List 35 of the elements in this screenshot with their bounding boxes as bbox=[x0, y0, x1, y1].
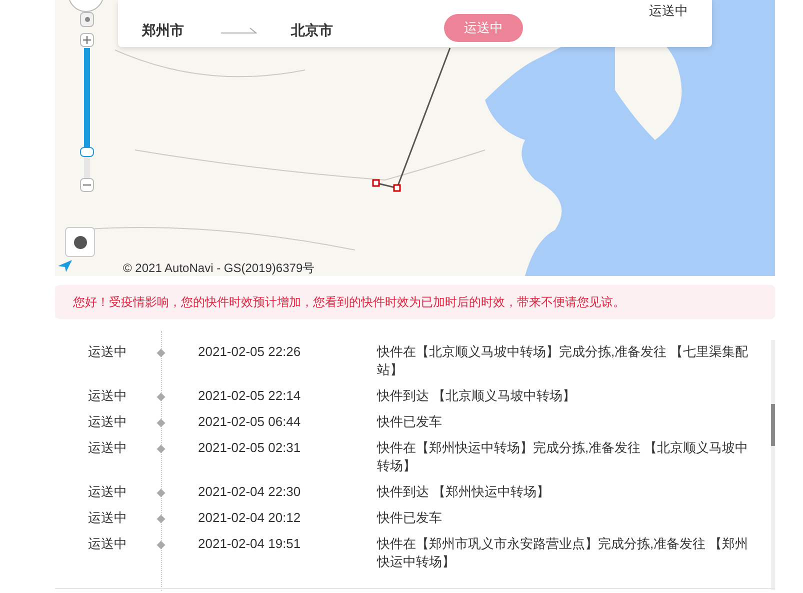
status-text: 运送中 bbox=[88, 509, 128, 527]
zoom-in-button[interactable] bbox=[80, 33, 94, 47]
map-attribution: © 2021 AutoNavi - GS(2019)6379号 bbox=[123, 260, 315, 276]
event-description: 快件在【郑州市巩义市永安路营业点】完成分拣,准备发往 【郑州快运中转场】 bbox=[377, 535, 750, 571]
event-time: 2021-02-05 22:26 bbox=[198, 343, 302, 361]
locate-button[interactable] bbox=[65, 227, 95, 257]
event-description: 快件在【郑州快运中转场】完成分拣,准备发往 【北京顺义马坡中转场】 bbox=[377, 439, 750, 475]
logo-icon bbox=[57, 259, 73, 273]
status-label: 运送中 bbox=[649, 2, 688, 20]
status-text: 运送中 bbox=[88, 387, 128, 405]
map-view[interactable]: 运送中 郑州市 北京市 运送中 © 2021 AutoNavi - GS(2019)6379号 bbox=[55, 0, 775, 276]
event-description: 快件到达 【郑州快运中转场】 bbox=[377, 483, 551, 501]
scrollbar-thumb[interactable] bbox=[771, 404, 775, 446]
status-text: 运送中 bbox=[88, 483, 128, 501]
event-description: 快件已发车 bbox=[377, 509, 443, 527]
event-description: 快件已发车 bbox=[377, 413, 443, 431]
zoom-out-button[interactable] bbox=[80, 178, 94, 192]
event-time: 2021-02-04 20:12 bbox=[198, 509, 302, 527]
status-text: 运送中 bbox=[88, 413, 128, 431]
event-time: 2021-02-05 22:14 bbox=[198, 387, 302, 405]
status-text: 运送中 bbox=[88, 343, 128, 361]
center-button[interactable] bbox=[80, 12, 94, 27]
event-description: 快件在【北京顺义马坡中转场】完成分拣,准备发往 【七里渠集配站】 bbox=[377, 343, 750, 379]
origin-city: 郑州市 bbox=[142, 21, 184, 40]
notice-text: 您好！受疫情影响，您的快件时效预计增加，您看到的快件时效为已加时后的时效，带来不便请您见谅。 bbox=[73, 294, 625, 311]
event-time: 2021-02-04 19:51 bbox=[198, 535, 302, 553]
status-text: 运送中 bbox=[88, 439, 128, 457]
plus-icon bbox=[83, 36, 91, 44]
event-description: 快件到达 【北京顺义马坡中转场】 bbox=[377, 387, 577, 405]
zoom-handle[interactable] bbox=[80, 147, 94, 157]
event-time: 2021-02-05 02:31 bbox=[198, 439, 302, 457]
event-time: 2021-02-05 06:44 bbox=[198, 413, 302, 431]
event-time: 2021-02-04 22:30 bbox=[198, 483, 302, 501]
status-text: 运送中 bbox=[88, 535, 128, 553]
destination-city: 北京市 bbox=[291, 21, 333, 40]
